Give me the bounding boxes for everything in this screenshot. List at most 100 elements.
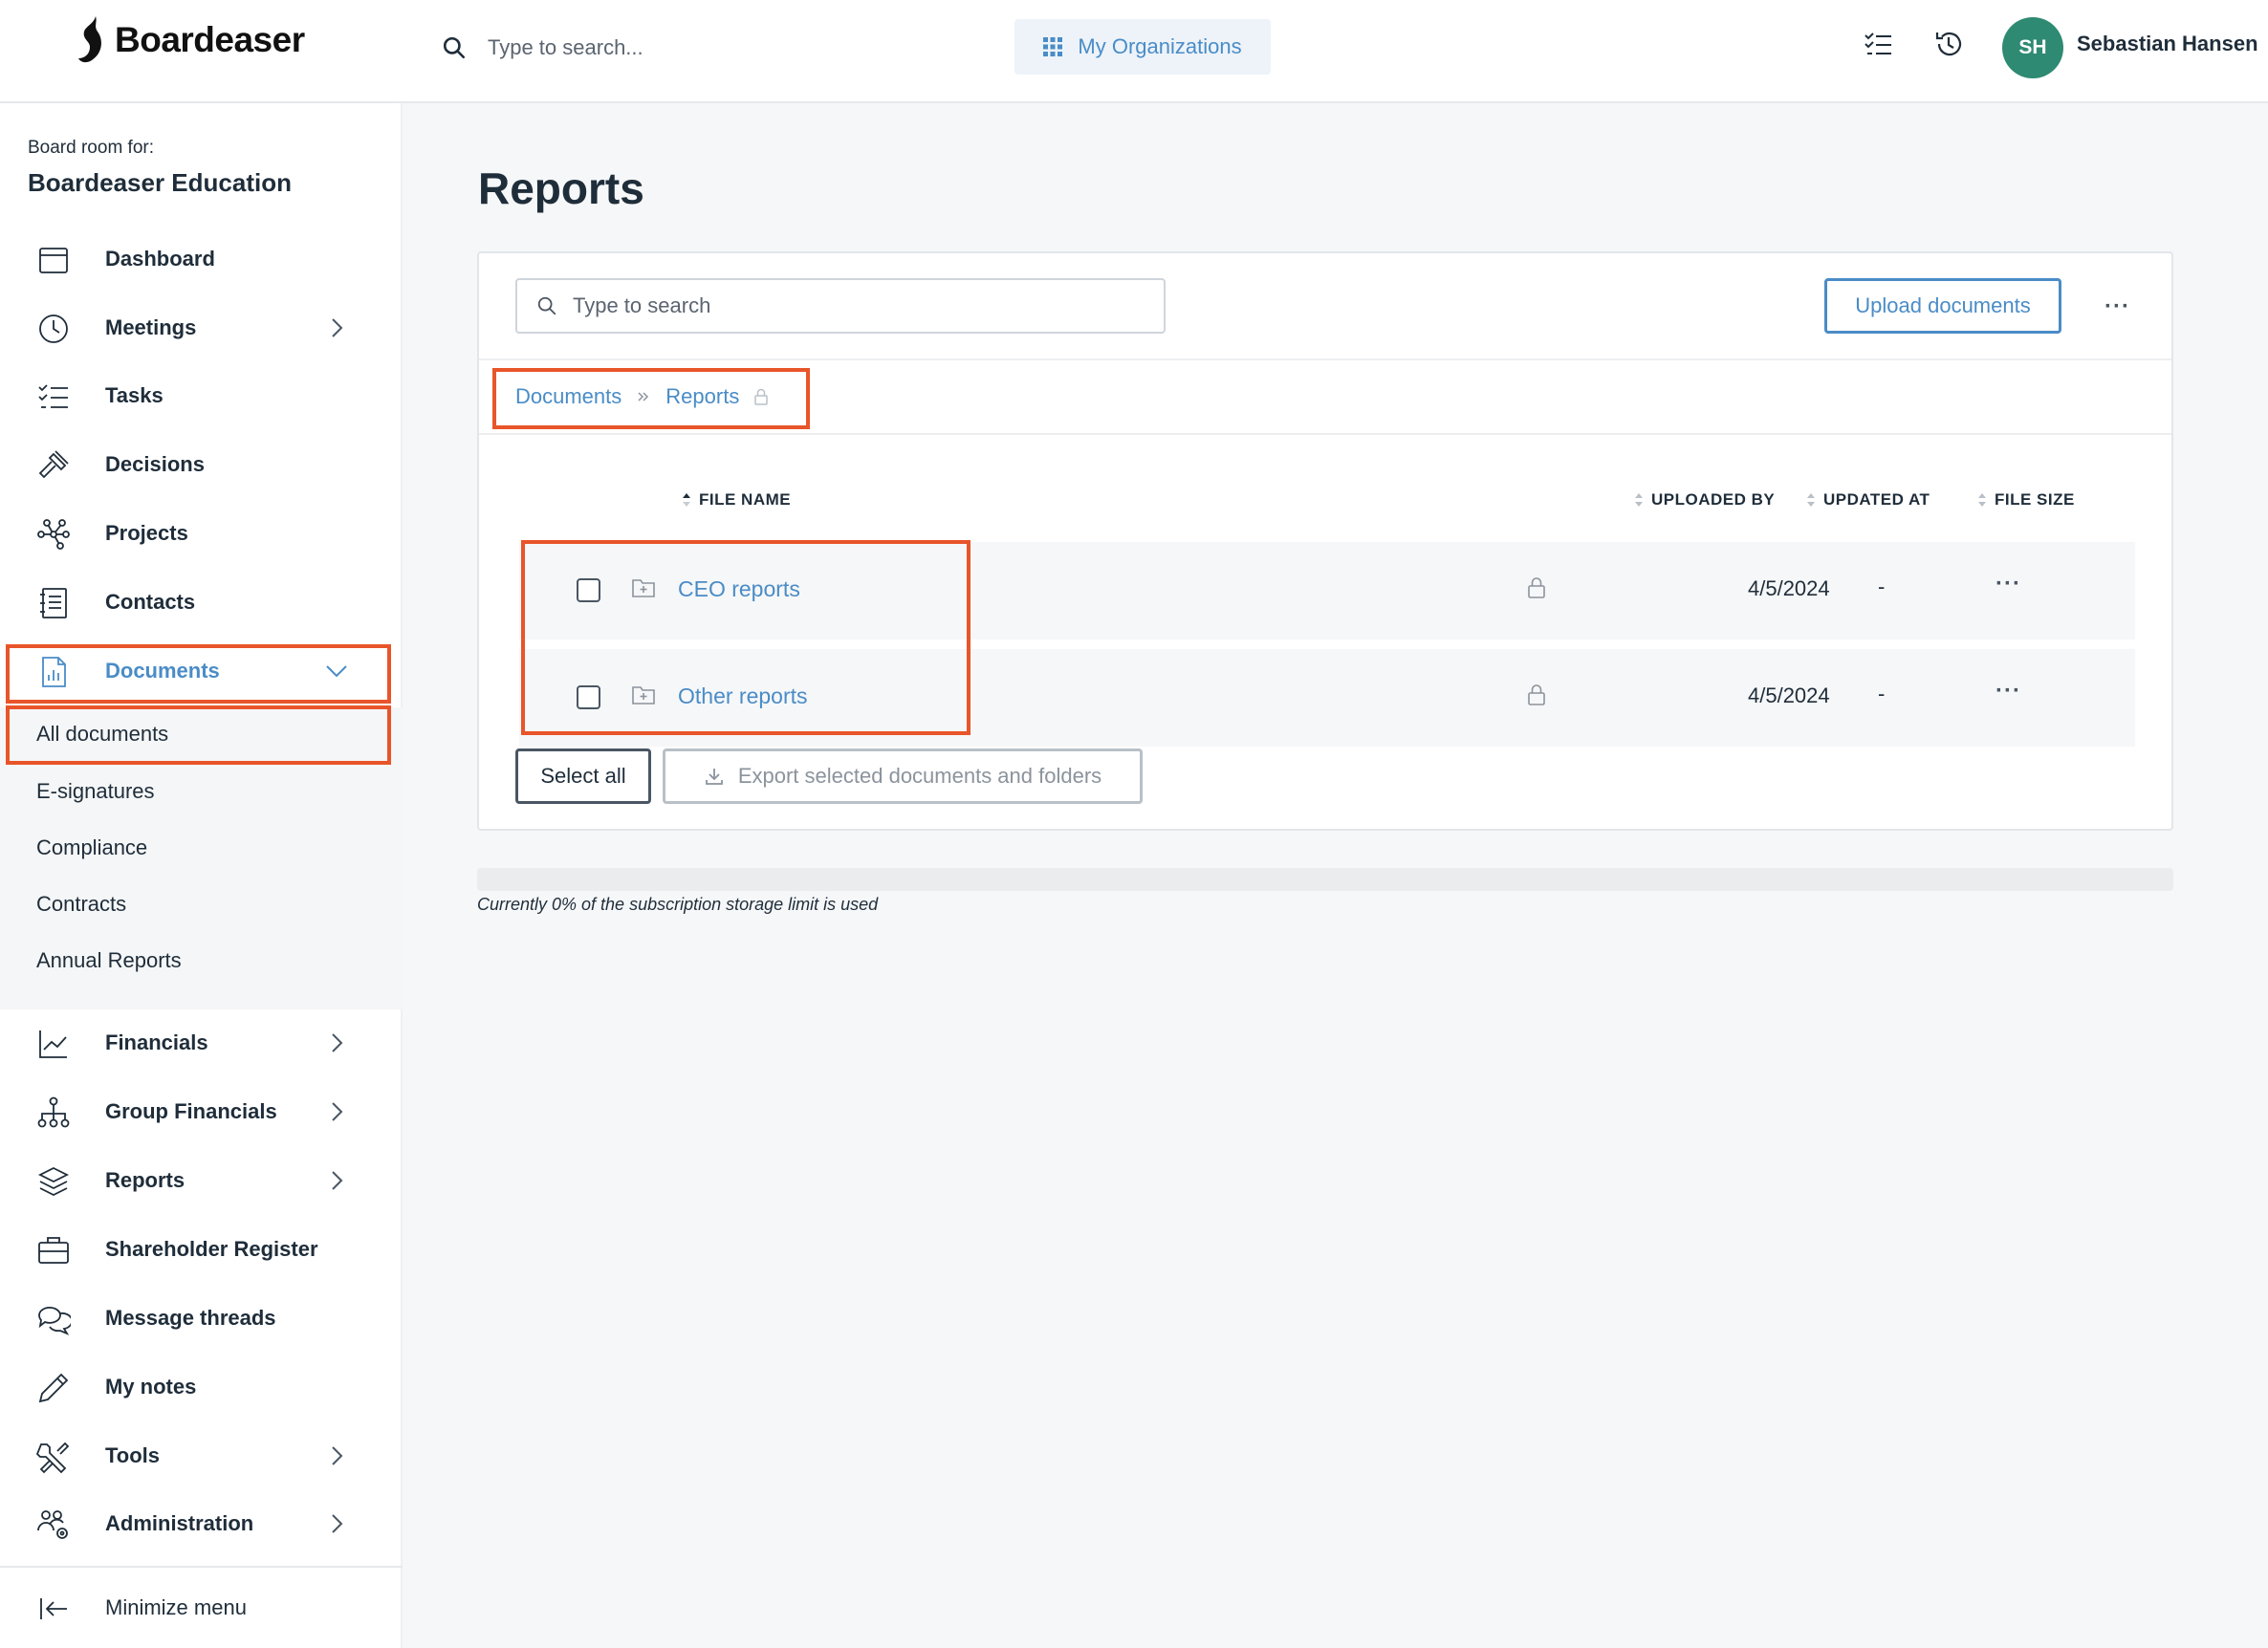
main-content: Reports Type to search Upload documents … [403,103,2268,1648]
sidebar-item-label: Group Financials [105,1099,277,1123]
brand-logo[interactable]: Boardeaser [75,13,305,67]
column-header-file-name[interactable]: FILE NAME [682,490,791,510]
sidebar-item-label: Reports [105,1168,185,1192]
sidebar-item-label: Tools [105,1443,161,1467]
documents-card: Type to search Upload documents ··· Docu… [477,251,2173,831]
layers-icon [37,1166,70,1197]
sidebar-item-contacts[interactable]: Contacts [0,570,403,635]
brand-name: Boardeaser [115,20,305,59]
highlight-all-documents [6,705,391,765]
lock-icon [1528,684,1545,705]
submenu-compliance[interactable]: Compliance [36,835,147,860]
pencil-icon [38,1373,69,1403]
clock-icon [39,314,68,343]
sidebar-divider [0,1566,403,1568]
gavel-icon [38,450,69,479]
sort-icon [1807,493,1815,507]
sidebar-item-projects[interactable]: Projects [0,501,403,566]
sidebar-item-label: Administration [105,1511,254,1535]
sidebar-item-label: Financials [105,1030,208,1054]
sort-icon [1978,493,1986,507]
select-all-button[interactable]: Select all [515,748,651,804]
my-organizations-label: My Organizations [1078,34,1242,58]
submenu-contracts[interactable]: Contracts [36,892,126,917]
board-room-label: Board room for: [28,138,154,158]
column-header-file-size[interactable]: FILE SIZE [1977,490,2075,510]
sort-icon [1635,493,1643,507]
page-title: Reports [478,163,644,213]
global-search[interactable]: Type to search... [442,27,643,69]
submenu-annual-reports[interactable]: Annual Reports [36,948,182,973]
submenu-e-signatures[interactable]: E-signatures [36,779,155,804]
top-icons [1863,29,1964,59]
divider [479,358,2171,360]
sort-asc-icon [683,493,690,507]
users-gear-icon [37,1510,68,1539]
sidebar: Board room for: Boardeaser Education Das… [0,103,403,1648]
lock-icon [1528,577,1545,598]
minimize-menu-button[interactable]: Minimize menu [0,1575,403,1640]
sidebar-item-administration[interactable]: Administration [0,1491,403,1556]
checklist-icon [38,384,68,408]
sidebar-item-label: Shareholder Register [105,1237,318,1261]
column-header-uploaded-by[interactable]: UPLOADED BY [1634,490,1775,510]
briefcase-icon [38,1237,69,1264]
sidebar-item-label: Dashboard [105,247,215,271]
sidebar-item-my-notes[interactable]: My notes [0,1355,403,1420]
export-selected-button[interactable]: Export selected documents and folders [663,748,1143,804]
sidebar-item-label: Tasks [105,383,164,407]
history-icon[interactable] [1933,29,1964,59]
chevron-right-icon [332,1033,343,1052]
top-bar: Boardeaser Type to search... My Organiza… [0,0,2268,103]
highlight-breadcrumb [492,368,810,429]
document-search[interactable]: Type to search [515,278,1166,334]
upload-documents-button[interactable]: Upload documents [1824,278,2061,334]
highlight-folder-rows [521,540,970,735]
sidebar-item-decisions[interactable]: Decisions [0,432,403,497]
minimize-menu-label: Minimize menu [105,1595,247,1619]
chevron-right-icon [332,318,343,337]
chevron-right-icon [332,1514,343,1533]
sidebar-item-meetings[interactable]: Meetings [0,295,403,360]
sidebar-item-message-threads[interactable]: Message threads [0,1286,403,1351]
chevron-right-icon [332,1446,343,1465]
chevron-right-icon [332,1102,343,1121]
sidebar-item-tools[interactable]: Tools [0,1423,403,1488]
collapse-left-icon [40,1598,67,1619]
sidebar-item-dashboard[interactable]: Dashboard [0,227,403,292]
task-list-icon[interactable] [1863,29,1893,59]
document-search-input[interactable]: Type to search [573,293,710,318]
contacts-book-icon [40,588,67,618]
search-icon [443,36,466,59]
network-icon [37,519,70,550]
more-options-icon[interactable]: ··· [2104,293,2130,320]
sidebar-item-shareholder-register[interactable]: Shareholder Register [0,1217,403,1282]
sidebar-item-label: Message threads [105,1306,276,1330]
highlight-documents [6,644,391,704]
updated-at: 4/5/2024 [1748,683,1830,707]
sidebar-item-label: Projects [105,521,188,545]
sidebar-item-group-financials[interactable]: Group Financials [0,1079,403,1144]
sidebar-item-financials[interactable]: Financials [0,1010,403,1075]
sidebar-item-label: Meetings [105,315,197,339]
row-more-options-icon[interactable]: ··· [1995,678,2021,705]
sidebar-item-tasks[interactable]: Tasks [0,363,403,428]
my-organizations-button[interactable]: My Organizations [1014,19,1271,75]
global-search-input[interactable]: Type to search... [488,35,643,60]
file-size: - [1878,682,1886,705]
storage-usage-bar [477,868,2173,891]
sidebar-item-reports[interactable]: Reports [0,1148,403,1213]
org-chart-icon [37,1096,70,1128]
file-size: - [1878,575,1886,598]
column-header-updated-at[interactable]: UPDATED AT [1806,490,1930,510]
user-name[interactable]: Sebastian Hansen [2077,32,2258,56]
user-avatar[interactable]: SH [2002,17,2063,78]
tools-icon [36,1442,70,1474]
sidebar-item-label: Contacts [105,590,196,614]
row-more-options-icon[interactable]: ··· [1995,571,2021,597]
storage-usage-text: Currently 0% of the subscription storage… [477,895,879,914]
grid-icon [1043,37,1063,56]
search-icon [537,296,556,315]
updated-at: 4/5/2024 [1748,576,1830,600]
sidebar-item-label: Decisions [105,452,205,476]
